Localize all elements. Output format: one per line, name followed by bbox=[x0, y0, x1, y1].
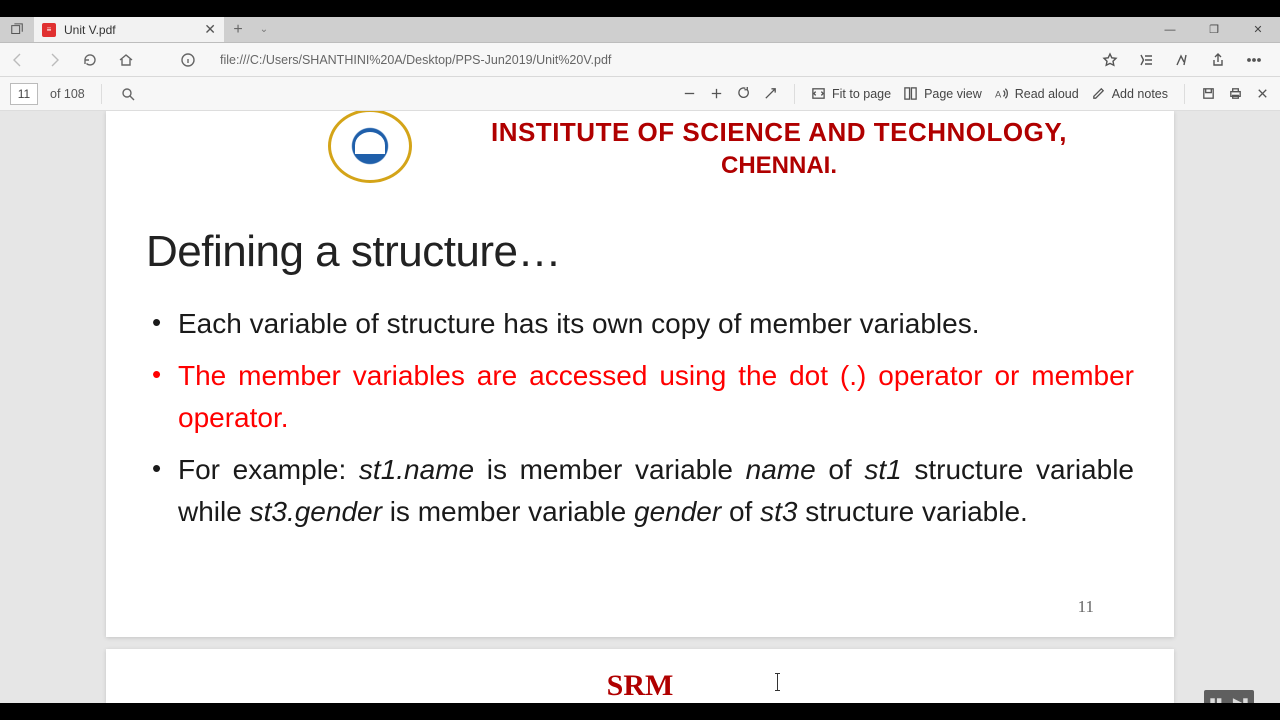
pdf-favicon: ≡ bbox=[42, 23, 56, 37]
page-view-label: Page view bbox=[924, 87, 982, 101]
svg-text:A: A bbox=[995, 89, 1002, 99]
add-notes-label: Add notes bbox=[1112, 87, 1168, 101]
text-cursor-icon bbox=[777, 673, 778, 691]
address-bar: file:///C:/Users/SHANTHINI%20A/Desktop/P… bbox=[0, 43, 1280, 77]
save-button[interactable] bbox=[1201, 86, 1216, 101]
pdf-viewport[interactable]: INSTITUTE OF SCIENCE AND TECHNOLOGY, CHE… bbox=[0, 111, 1280, 703]
tab-title: Unit V.pdf bbox=[64, 23, 196, 37]
print-button[interactable] bbox=[1228, 86, 1243, 101]
tab-strip: ≡ Unit V.pdf ✕ + ⌄ — ❐ ✕ bbox=[0, 17, 1280, 43]
page-number-input[interactable]: 11 bbox=[10, 83, 38, 105]
site-info-icon[interactable] bbox=[178, 50, 198, 70]
institute-seal-logo bbox=[328, 111, 412, 183]
pdf-search-button[interactable] bbox=[118, 84, 138, 104]
pdf-toolbar: 11 of 108 Fit to page Page view A Read al… bbox=[0, 77, 1280, 111]
page-total-label: of 108 bbox=[50, 87, 85, 101]
nav-back-button[interactable] bbox=[8, 50, 28, 70]
url-text[interactable]: file:///C:/Users/SHANTHINI%20A/Desktop/P… bbox=[214, 53, 1084, 67]
pin-toolbar-button[interactable] bbox=[1255, 86, 1270, 101]
rotate-button[interactable] bbox=[736, 86, 751, 101]
add-notes-button[interactable]: Add notes bbox=[1091, 86, 1168, 101]
share-button[interactable] bbox=[1208, 50, 1228, 70]
institute-name-line1: INSTITUTE OF SCIENCE AND TECHNOLOGY, bbox=[424, 117, 1134, 148]
bullet-3: For example: st1.name is member variable… bbox=[146, 449, 1134, 533]
institute-name-line2: CHENNAI. bbox=[424, 152, 1134, 180]
slide-page-number: 11 bbox=[1078, 597, 1094, 617]
expand-button[interactable] bbox=[763, 86, 778, 101]
bullet-1: Each variable of structure has its own c… bbox=[146, 303, 1134, 345]
fit-to-page-button[interactable]: Fit to page bbox=[811, 86, 891, 101]
tab-close-button[interactable]: ✕ bbox=[204, 21, 216, 38]
favorite-star-button[interactable] bbox=[1100, 50, 1120, 70]
tab-dropdown-button[interactable]: ⌄ bbox=[252, 17, 276, 42]
next-slide-srm-heading: SRM bbox=[146, 669, 1134, 703]
pdf-page: INSTITUTE OF SCIENCE AND TECHNOLOGY, CHE… bbox=[106, 111, 1174, 637]
new-tab-button[interactable]: + bbox=[224, 17, 252, 42]
favorites-list-button[interactable] bbox=[1136, 50, 1156, 70]
reading-list-button[interactable] bbox=[1172, 50, 1192, 70]
window-close-button[interactable]: ✕ bbox=[1236, 17, 1280, 42]
page-view-button[interactable]: Page view bbox=[903, 86, 982, 101]
browser-tab[interactable]: ≡ Unit V.pdf ✕ bbox=[34, 17, 224, 42]
slide-heading: Defining a structure… bbox=[146, 227, 1134, 277]
nav-home-button[interactable] bbox=[116, 50, 136, 70]
read-aloud-label: Read aloud bbox=[1015, 87, 1079, 101]
settings-more-button[interactable] bbox=[1244, 50, 1264, 70]
read-aloud-button[interactable]: A Read aloud bbox=[994, 86, 1079, 101]
fit-to-page-label: Fit to page bbox=[832, 87, 891, 101]
nav-forward-button[interactable] bbox=[44, 50, 64, 70]
zoom-in-button[interactable] bbox=[709, 86, 724, 101]
zoom-out-button[interactable] bbox=[682, 86, 697, 101]
pdf-page-next: SRM bbox=[106, 649, 1174, 703]
tabs-overview-button[interactable] bbox=[0, 17, 34, 42]
window-minimize-button[interactable]: — bbox=[1148, 17, 1192, 42]
bullet-2: The member variables are accessed using … bbox=[146, 355, 1134, 439]
window-maximize-button[interactable]: ❐ bbox=[1192, 17, 1236, 42]
nav-refresh-button[interactable] bbox=[80, 50, 100, 70]
institute-header: INSTITUTE OF SCIENCE AND TECHNOLOGY, CHE… bbox=[424, 117, 1134, 180]
